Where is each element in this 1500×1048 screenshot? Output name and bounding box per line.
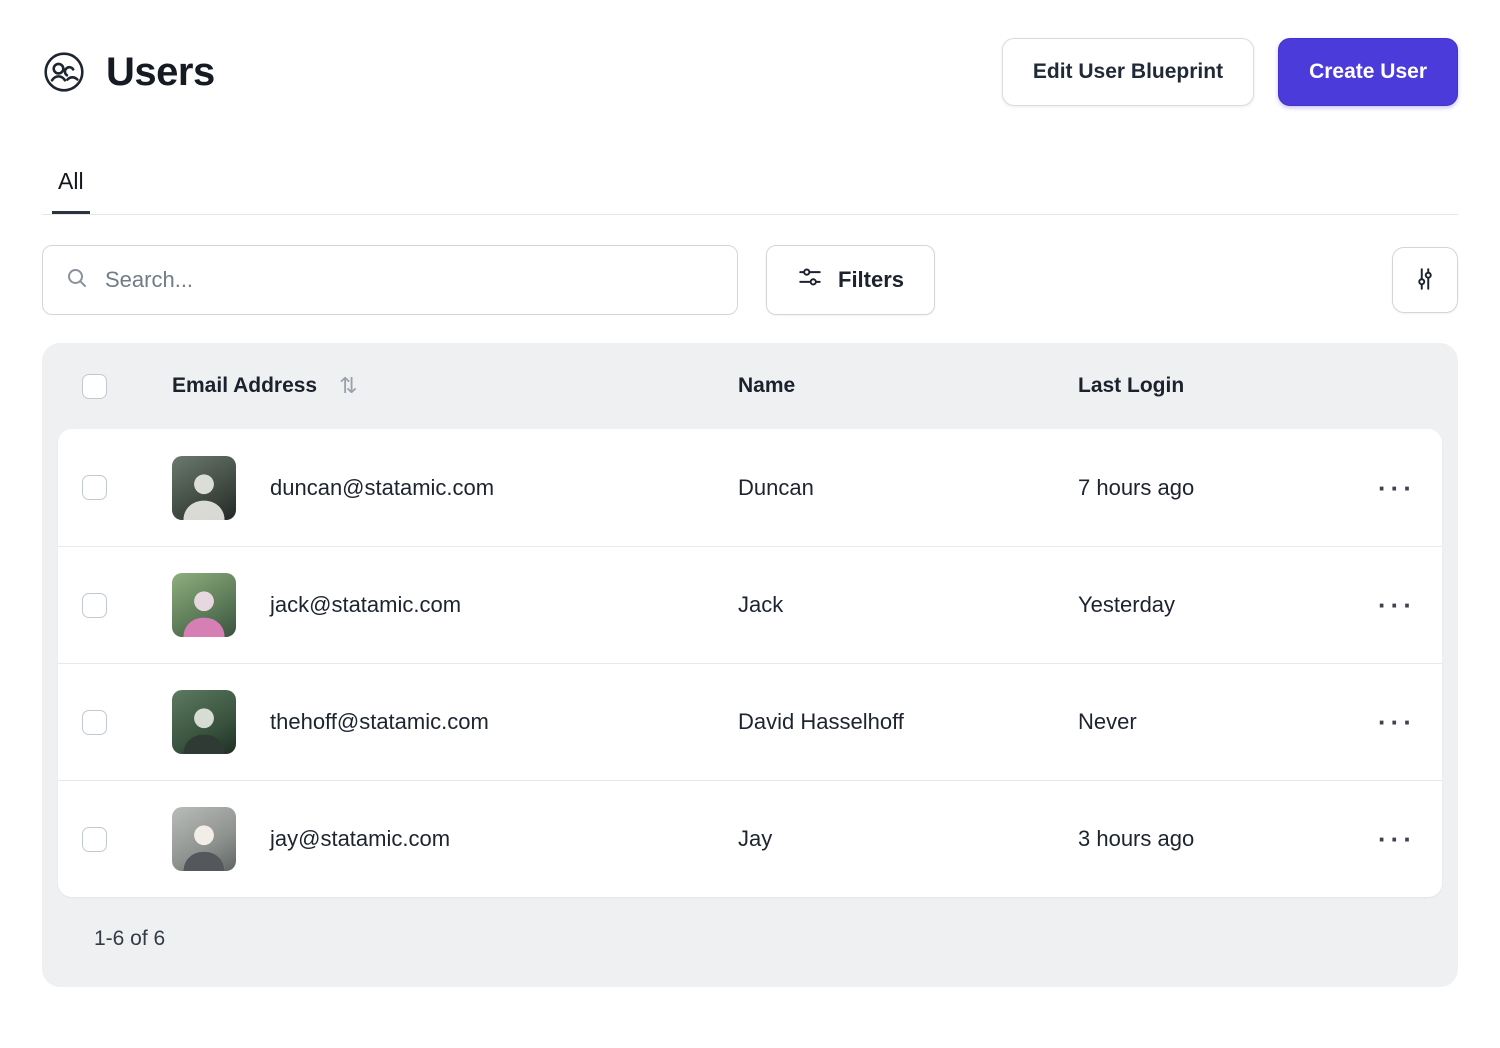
table-body: duncan@statamic.com Duncan 7 hours ago ·… [58,429,1442,897]
search-box[interactable] [42,245,738,315]
user-last-login: Never [1078,709,1358,735]
sliders-icon [1412,266,1438,295]
user-name: Jack [738,592,1078,618]
user-last-login: Yesterday [1078,592,1358,618]
filters-button[interactable]: Filters [766,245,935,315]
user-email[interactable]: duncan@statamic.com [270,475,494,501]
user-name: Jay [738,826,1078,852]
table-row[interactable]: thehoff@statamic.com David Hasselhoff Ne… [58,663,1442,780]
filters-icon [797,264,823,296]
avatar [172,573,236,637]
avatar [172,456,236,520]
page-title: Users [106,50,215,95]
table-row[interactable]: duncan@statamic.com Duncan 7 hours ago ·… [58,429,1442,546]
column-header-last-login[interactable]: Last Login [1078,374,1358,398]
avatar [172,690,236,754]
user-name: Duncan [738,475,1078,501]
row-actions-button[interactable]: ··· [1376,469,1418,507]
pagination-summary: 1-6 of 6 [42,897,1458,987]
select-all-checkbox[interactable] [82,374,107,399]
edit-user-blueprint-button[interactable]: Edit User Blueprint [1002,38,1254,106]
row-checkbox[interactable] [82,710,107,735]
column-header-name[interactable]: Name [738,374,1078,398]
search-icon [65,266,89,295]
create-user-button[interactable]: Create User [1278,38,1458,106]
sort-icon[interactable]: ⇅ [339,373,357,399]
row-checkbox[interactable] [82,593,107,618]
user-email[interactable]: thehoff@statamic.com [270,709,489,735]
users-table: Email Address ⇅ Name Last Login duncan@s… [42,343,1458,987]
avatar [172,807,236,871]
column-settings-button[interactable] [1392,247,1458,313]
column-header-email[interactable]: Email Address [172,374,317,398]
table-row[interactable]: jay@statamic.com Jay 3 hours ago ··· [58,780,1442,897]
user-last-login: 3 hours ago [1078,826,1358,852]
row-actions-button[interactable]: ··· [1376,703,1418,741]
table-row[interactable]: jack@statamic.com Jack Yesterday ··· [58,546,1442,663]
user-last-login: 7 hours ago [1078,475,1358,501]
tab-bar: All [42,168,1458,215]
header-actions: Edit User Blueprint Create User [1002,38,1458,106]
table-header-row: Email Address ⇅ Name Last Login [42,343,1458,429]
title-group: Users [42,50,215,95]
user-email[interactable]: jay@statamic.com [270,826,450,852]
filters-label: Filters [838,267,904,293]
user-email[interactable]: jack@statamic.com [270,592,461,618]
user-name: David Hasselhoff [738,709,1078,735]
row-actions-button[interactable]: ··· [1376,586,1418,624]
users-icon [42,50,86,94]
toolbar: Filters [42,245,1458,315]
row-actions-button[interactable]: ··· [1376,820,1418,858]
users-page: Users Edit User Blueprint Create User Al… [0,0,1500,987]
row-checkbox[interactable] [82,827,107,852]
page-header: Users Edit User Blueprint Create User [42,38,1458,106]
row-checkbox[interactable] [82,475,107,500]
search-input[interactable] [105,267,715,293]
tab-all[interactable]: All [52,168,90,214]
